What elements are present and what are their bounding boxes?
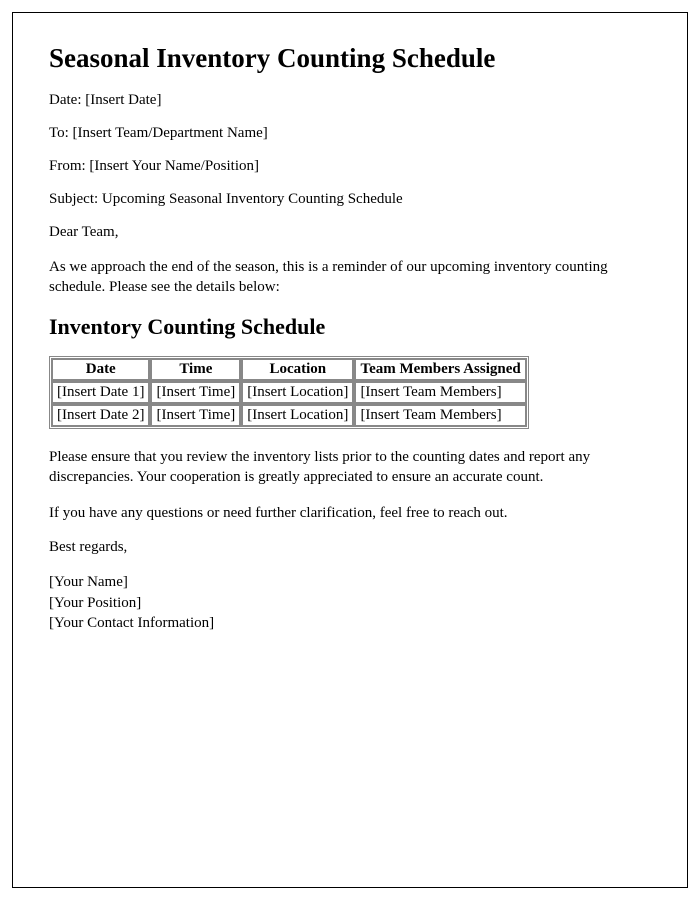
schedule-table: Date Time Location Team Members Assigned… — [49, 356, 529, 429]
signature-name: [Your Name] — [49, 572, 651, 592]
table-row: [Insert Date 1] [Insert Time] [Insert Lo… — [52, 382, 526, 403]
table-header-row: Date Time Location Team Members Assigned — [52, 359, 526, 380]
signature-contact: [Your Contact Information] — [49, 613, 651, 633]
questions-paragraph: If you have any questions or need furthe… — [49, 503, 651, 523]
intro-paragraph: As we approach the end of the season, th… — [49, 257, 651, 298]
salutation: Dear Team, — [49, 224, 651, 241]
subject-line: Subject: Upcoming Seasonal Inventory Cou… — [49, 191, 651, 208]
from-line: From: [Insert Your Name/Position] — [49, 158, 651, 175]
table-row: [Insert Date 2] [Insert Time] [Insert Lo… — [52, 405, 526, 426]
cell-time: [Insert Time] — [151, 382, 240, 403]
header-location: Location — [242, 359, 353, 380]
cell-time: [Insert Time] — [151, 405, 240, 426]
cell-team: [Insert Team Members] — [355, 382, 525, 403]
document-title: Seasonal Inventory Counting Schedule — [49, 43, 651, 74]
review-paragraph: Please ensure that you review the invent… — [49, 447, 651, 488]
closing: Best regards, — [49, 539, 651, 556]
to-line: To: [Insert Team/Department Name] — [49, 125, 651, 142]
cell-location: [Insert Location] — [242, 405, 353, 426]
date-line: Date: [Insert Date] — [49, 92, 651, 109]
cell-date: [Insert Date 2] — [52, 405, 149, 426]
cell-location: [Insert Location] — [242, 382, 353, 403]
cell-team: [Insert Team Members] — [355, 405, 525, 426]
signature-position: [Your Position] — [49, 593, 651, 613]
header-team: Team Members Assigned — [355, 359, 525, 380]
document-page: Seasonal Inventory Counting Schedule Dat… — [12, 12, 688, 888]
header-date: Date — [52, 359, 149, 380]
signature-block: [Your Name] [Your Position] [Your Contac… — [49, 572, 651, 633]
schedule-heading: Inventory Counting Schedule — [49, 314, 651, 340]
header-time: Time — [151, 359, 240, 380]
cell-date: [Insert Date 1] — [52, 382, 149, 403]
